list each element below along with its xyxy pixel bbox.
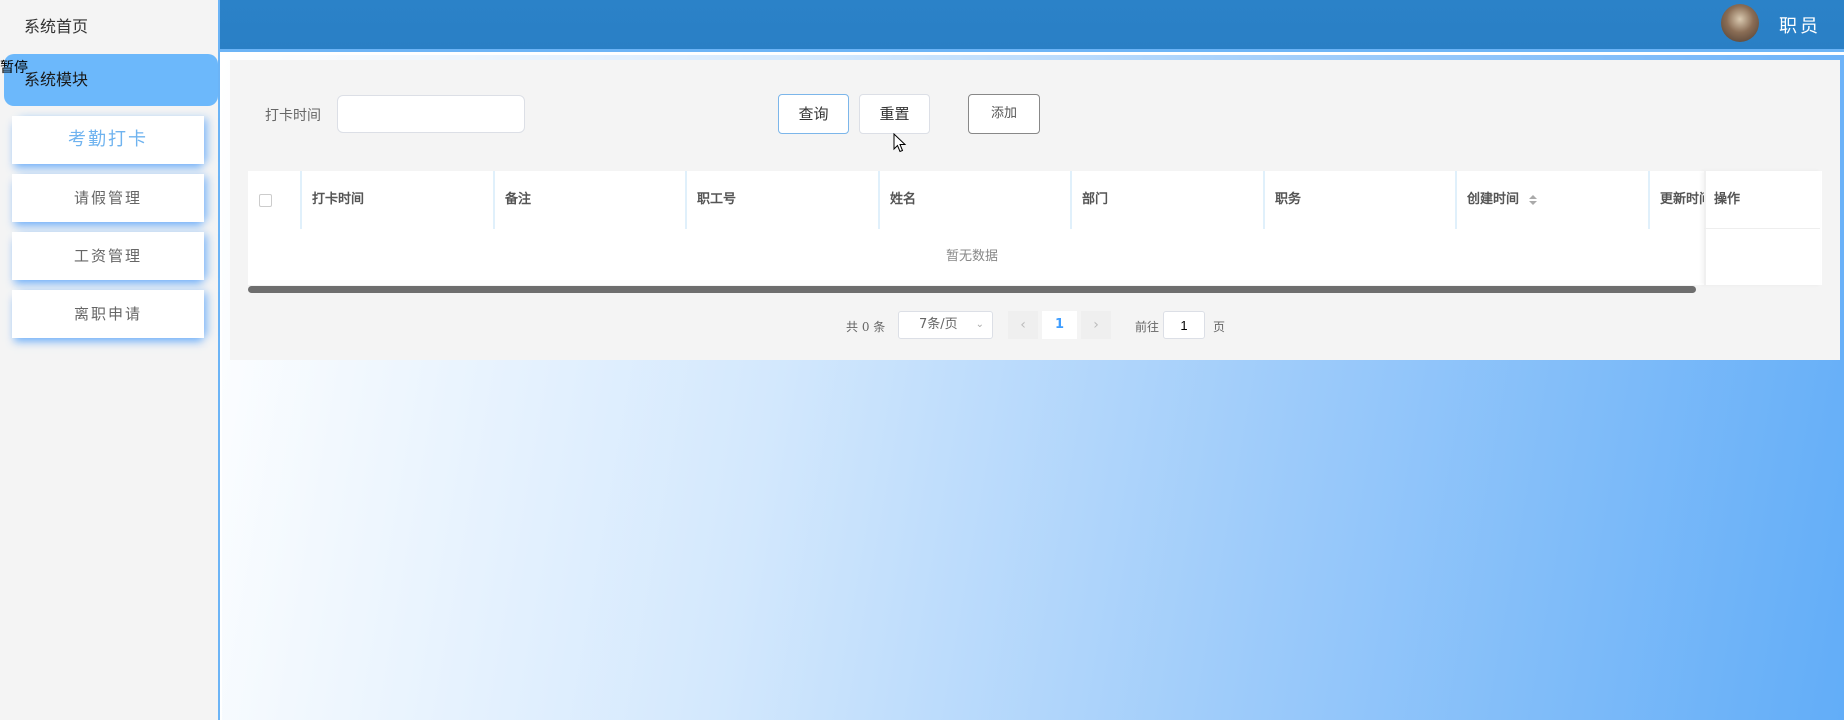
- chevron-down-icon: ⌄: [975, 319, 984, 330]
- goto-page-input[interactable]: [1163, 311, 1205, 339]
- chevron-right-icon: ›: [1093, 317, 1099, 333]
- next-page-button[interactable]: ›: [1081, 311, 1111, 339]
- current-page[interactable]: 1: [1042, 311, 1077, 339]
- column-header[interactable]: 更新时间: [1650, 171, 1710, 229]
- sidebar-module-system[interactable]: 系统模块: [4, 54, 218, 106]
- column-header[interactable]: 姓名: [880, 171, 1072, 229]
- chevron-left-icon: ‹: [1020, 317, 1026, 333]
- table-header: 打卡时间 备注 职工号 姓名 部门 职务 创建时间 更新时间: [248, 171, 1822, 229]
- horizontal-scrollbar[interactable]: [248, 286, 1696, 293]
- column-header-created[interactable]: 创建时间: [1457, 171, 1650, 229]
- sidebar-home[interactable]: 系统首页: [0, 0, 218, 54]
- column-header-action: 操作: [1704, 171, 1820, 229]
- column-header[interactable]: 备注: [495, 171, 687, 229]
- goto-label: 前往: [1135, 320, 1160, 334]
- page-size-value: 7条/页: [919, 317, 958, 332]
- table-body: 暂无数据: [248, 229, 1822, 285]
- reset-button[interactable]: 重置: [859, 94, 930, 134]
- column-header[interactable]: 打卡时间: [302, 171, 495, 229]
- select-all-checkbox[interactable]: [259, 194, 272, 207]
- clock-time-label: 打卡时间: [265, 108, 321, 124]
- sidebar-item-attendance[interactable]: 考勤打卡: [12, 116, 204, 164]
- mouse-cursor-icon: [893, 133, 907, 153]
- sidebar-item-leave[interactable]: 请假管理: [12, 174, 204, 222]
- column-header-label: 创建时间: [1467, 192, 1520, 207]
- sidebar-item-salary[interactable]: 工资管理: [12, 232, 204, 280]
- pause-overlay-text: 暂停: [0, 60, 28, 76]
- pagination-total: 共 0 条: [846, 320, 886, 334]
- column-header[interactable]: 职务: [1265, 171, 1457, 229]
- column-header[interactable]: 部门: [1072, 171, 1265, 229]
- user-avatar[interactable]: [1721, 4, 1759, 42]
- clock-time-input[interactable]: [337, 95, 525, 133]
- top-bar: 职员: [220, 0, 1844, 52]
- query-button[interactable]: 查询: [778, 94, 849, 134]
- page-suffix: 页: [1213, 320, 1226, 334]
- content-panel: 打卡时间 查询 重置 添加 打卡时间 备注 职工号 姓名 部门 职务 创建时间 …: [230, 60, 1840, 360]
- sidebar-item-resignation[interactable]: 离职申请: [12, 290, 204, 338]
- select-all-cell: [248, 171, 302, 229]
- empty-text: 暂无数据: [945, 249, 998, 264]
- sidebar: 系统首页 系统模块 暂停 考勤打卡 请假管理 工资管理 离职申请: [0, 0, 220, 720]
- add-button[interactable]: 添加: [968, 94, 1040, 134]
- page-size-select[interactable]: 7条/页 ⌄: [898, 311, 993, 339]
- column-header[interactable]: 职工号: [687, 171, 880, 229]
- prev-page-button[interactable]: ‹: [1008, 311, 1038, 339]
- sort-caret-icon[interactable]: [1528, 194, 1538, 206]
- user-role[interactable]: 职员: [1779, 12, 1821, 38]
